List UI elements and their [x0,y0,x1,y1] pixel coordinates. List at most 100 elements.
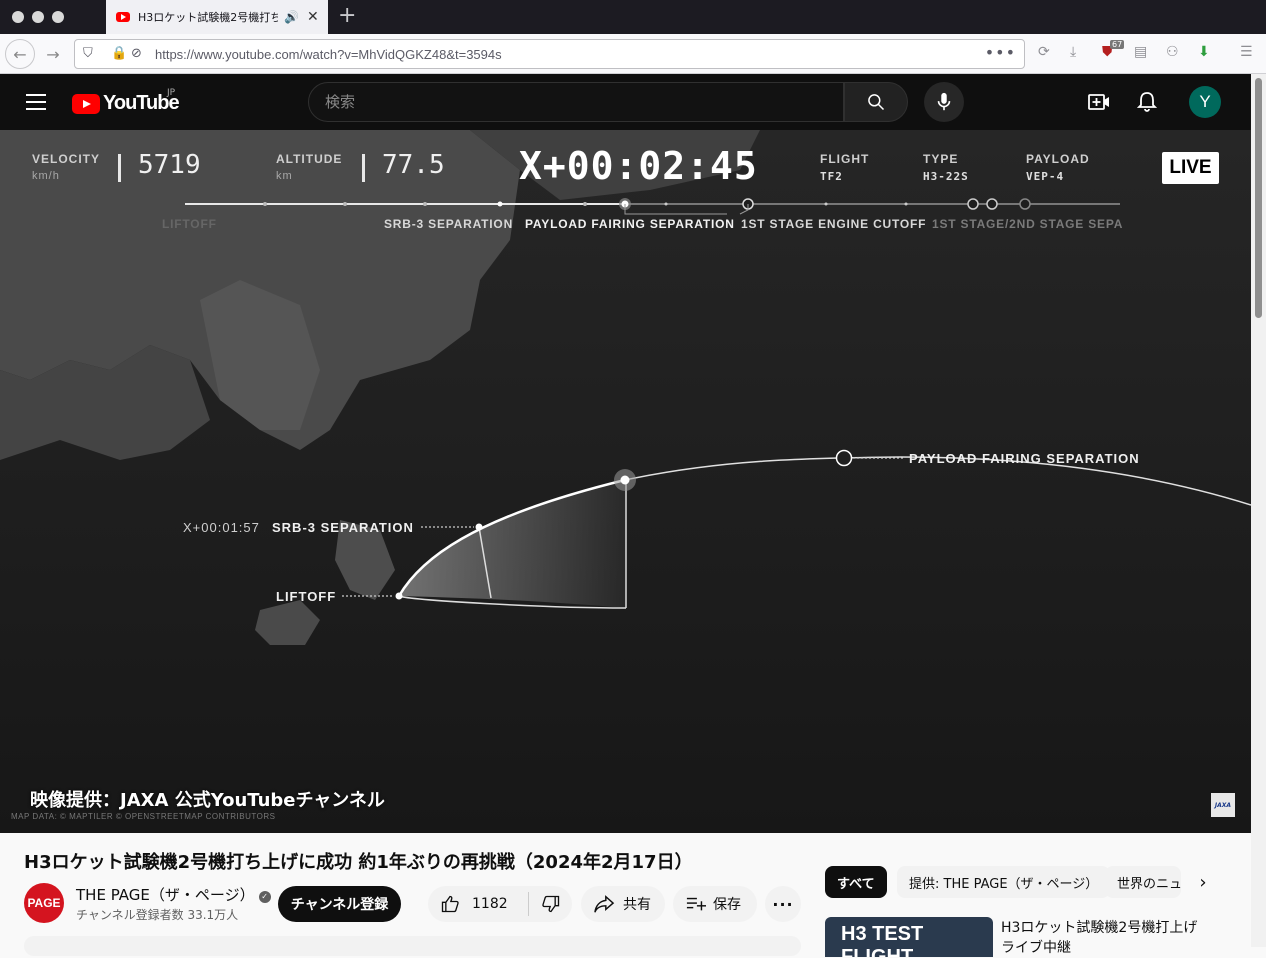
share-label: 共有 [623,897,651,913]
guide-menu-icon[interactable] [26,94,46,110]
flight-value: TF2 [820,170,843,183]
event-stage-separation: 1ST STAGE/2ND STAGE SEPA [932,217,1124,231]
map-srb-time: X+00:01:57 [183,520,260,535]
page-scrollbar[interactable] [1251,74,1266,947]
download-helper-icon[interactable]: ⬇ [1198,44,1210,60]
create-video-icon[interactable] [1087,90,1111,114]
menu-icon[interactable]: ☰ [1240,44,1253,60]
altitude-unit: km [276,170,293,182]
search-button[interactable] [844,82,908,122]
microphone-icon [937,92,951,111]
chip-scroll-right-icon[interactable]: › [1191,870,1215,894]
browser-nav-bar: ← → ⛉ 🔒 ⊘ https://www.youtube.com/watch?… [0,34,1266,74]
more-icon: ··· [772,894,794,914]
new-tab-button[interactable]: + [338,4,356,28]
search-input[interactable] [309,83,843,121]
account-avatar[interactable]: Y [1189,86,1221,118]
search-box [308,82,844,122]
channel-avatar[interactable]: PAGE [24,883,64,923]
altitude-value: 77.5 [382,150,445,180]
youtube-play-icon [72,93,100,114]
download-icon[interactable]: ⤓ [1070,44,1076,60]
live-badge: LIVE [1162,152,1219,184]
like-dislike-group: 1182 [428,886,572,922]
flight-label: FLIGHT [820,152,870,166]
altitude-separator [362,154,365,182]
velocity-label: VELOCITY [32,152,101,166]
save-button[interactable]: 保存 [673,886,757,922]
youtube-favicon-icon [116,12,130,22]
share-button[interactable]: 共有 [581,886,665,922]
chip-all[interactable]: すべて [825,866,887,898]
ublock-badge: 67 [1110,40,1125,49]
velocity-separator [118,154,121,182]
map-attribution: MAP DATA: © MAPTILER © OPENSTREETMAP CON… [11,812,276,821]
share-icon [594,895,615,913]
map-fairing-label: PAYLOAD FAIRING SEPARATION [909,451,1140,466]
speaker-icon[interactable]: 🔊 [284,10,299,24]
country-code: JP [167,88,176,98]
window-zoom-button[interactable] [52,11,64,23]
reload-icon[interactable]: ⟳ [1038,44,1050,60]
chip-from-channel[interactable]: 提供: THE PAGE（ザ・ページ） [897,866,1111,898]
video-credit: 映像提供：JAXA 公式YouTubeチャンネル [30,790,385,811]
back-button[interactable]: ← [5,39,35,69]
event-fairing: PAYLOAD FAIRING SEPARATION [525,217,735,231]
thumbs-up-icon [441,895,459,913]
video-player[interactable]: VELOCITY km/h 5719 ALTITUDE km 77.5 X+00… [0,130,1251,833]
more-actions-button[interactable]: ··· [765,886,801,922]
chip-world-news[interactable]: 世界のニュース [1105,866,1181,898]
mission-timer: X+00:02:45 [519,144,758,188]
search-icon [868,94,885,111]
recommended-thumbnail[interactable]: H3 TEST FLIGHT [825,917,993,957]
youtube-header: YouTube JP Y [0,74,1251,130]
page-actions-icon[interactable]: ••• [985,43,1016,62]
tab-close-icon[interactable]: ✕ [307,9,319,25]
jaxa-logo: JAXA [1211,793,1235,817]
thumbs-down-icon [541,895,559,913]
like-count: 1182 [472,896,508,912]
lock-icon[interactable]: 🔒 [111,46,127,61]
like-button[interactable]: 1182 [428,886,528,922]
dislike-button[interactable] [529,886,572,922]
tab-title: H3ロケット試験機2号機打ち上げに成功 約1年ぶりの再挑戦 [138,11,278,24]
map-srb-label: SRB-3 SEPARATION [272,520,414,535]
scrollbar-thumb[interactable] [1255,78,1262,318]
velocity-value: 5719 [138,150,201,180]
channel-name[interactable]: THE PAGE（ザ・ページ） ✓ [76,884,271,905]
subscribe-button[interactable]: チャンネル登録 [278,886,401,922]
browser-tab-active[interactable]: H3ロケット試験機2号機打ち上げに成功 約1年ぶりの再挑戦 🔊 ✕ [106,0,328,34]
reader-icon[interactable]: ▤ [1134,44,1147,60]
altitude-label: ALTITUDE [276,152,343,166]
url-text: https://www.youtube.com/watch?v=MhVidQGK… [155,47,502,62]
description-box[interactable] [24,936,801,956]
event-liftoff: LIFTOFF [162,217,217,231]
permissions-icon[interactable]: ⊘ [131,46,142,61]
window-close-button[interactable] [12,11,24,23]
map-liftoff-label: LIFTOFF [276,589,337,604]
forward-button[interactable]: → [38,39,68,69]
velocity-unit: km/h [32,170,60,182]
notifications-bell-icon[interactable] [1135,90,1159,114]
type-value: H3-22S [923,170,969,183]
event-srb3: SRB-3 SEPARATION [384,217,514,231]
recommended-title[interactable]: H3ロケット試験機2号機打上げライブ中継 [1001,918,1211,958]
payload-label: PAYLOAD [1026,152,1090,166]
address-bar[interactable]: ⛉ 🔒 ⊘ https://www.youtube.com/watch?v=Mh… [74,39,1025,69]
browser-tab-bar: H3ロケット試験機2号機打ち上げに成功 約1年ぶりの再挑戦 🔊 ✕ + [0,0,1266,34]
event-meco: 1ST STAGE ENGINE CUTOFF [741,217,927,231]
video-title: H3ロケット試験機2号機打ち上げに成功 約1年ぶりの再挑戦（2024年2月17日… [24,852,693,873]
payload-value: VEP-4 [1026,170,1065,183]
map-background [0,130,1251,833]
subscriber-count: チャンネル登録者数 33.1万人 [76,908,239,922]
save-label: 保存 [713,897,741,913]
channel-name-text: THE PAGE（ザ・ページ） [76,886,255,904]
window-minimize-button[interactable] [32,11,44,23]
voice-search-button[interactable] [924,82,964,122]
type-label: TYPE [923,152,959,166]
tracking-shield-icon[interactable]: ⛉ [83,46,93,61]
verified-icon: ✓ [258,891,271,903]
extension-icon[interactable]: ⚇ [1166,44,1179,60]
youtube-logo[interactable]: YouTube JP [72,88,180,115]
playlist-add-icon [686,897,706,911]
